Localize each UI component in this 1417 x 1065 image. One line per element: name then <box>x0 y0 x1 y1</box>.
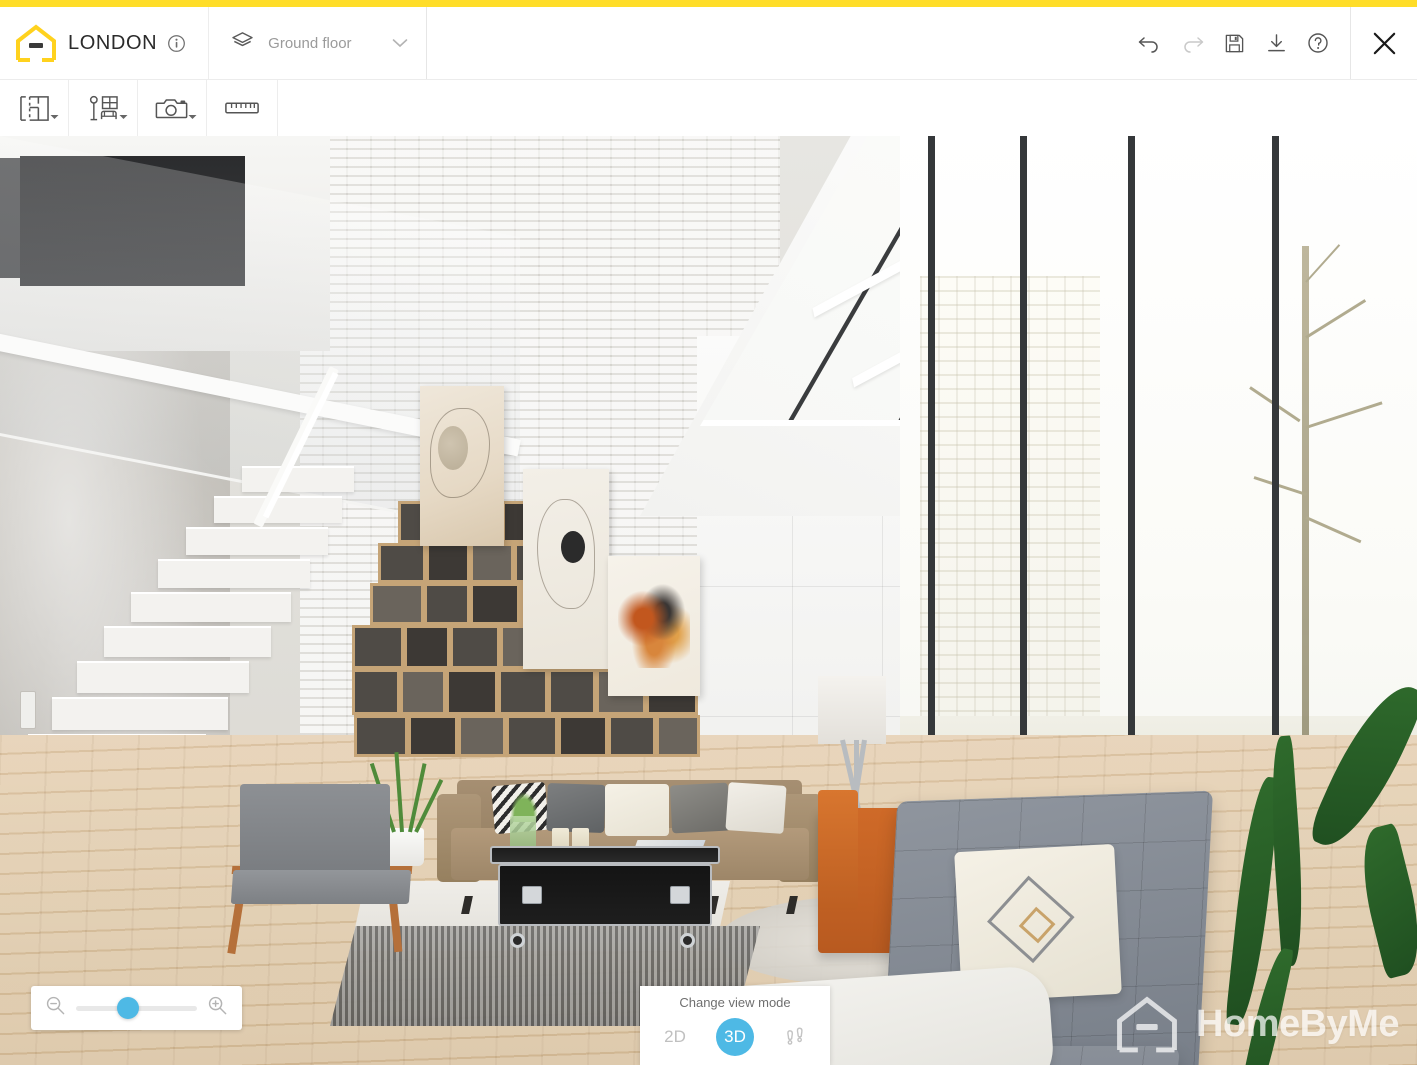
app-header: LONDON Ground floor <box>0 7 1417 79</box>
chevron-down-icon <box>50 107 59 125</box>
toolbar-empty-space <box>278 80 1417 136</box>
furniture-icon <box>89 95 118 120</box>
question-circle-icon <box>1308 33 1328 53</box>
redo-button[interactable] <box>1178 29 1206 57</box>
floor-selector[interactable]: Ground floor <box>209 7 425 79</box>
floor-plan-tool-button[interactable] <box>0 80 69 136</box>
save-button[interactable] <box>1220 29 1248 57</box>
main-toolbar <box>0 79 1417 136</box>
magnifier-plus-icon[interactable] <box>207 995 228 1021</box>
flight-case-coffee-table <box>490 788 720 948</box>
floor-selector-value: Ground floor <box>268 34 352 52</box>
magnifier-minus-icon[interactable] <box>45 995 66 1021</box>
zoom-slider-track[interactable] <box>76 997 197 1019</box>
cushion-dark <box>546 783 606 833</box>
view-mode-walkthrough[interactable] <box>776 1018 814 1056</box>
app-root: LONDON Ground floor Change view mode 2D … <box>0 0 1417 1065</box>
view-mode-panel: Change view mode 2D 3D <box>640 986 830 1065</box>
zoom-control-panel <box>31 986 242 1030</box>
layers-icon <box>231 31 254 55</box>
3d-viewport[interactable] <box>0 136 1417 1065</box>
chevron-down-icon <box>352 38 408 48</box>
artwork-abstract <box>523 469 609 669</box>
close-button[interactable] <box>1351 7 1417 79</box>
help-button[interactable] <box>1304 29 1332 57</box>
zoom-slider-thumb[interactable] <box>117 997 140 1019</box>
footprints-icon <box>787 1027 803 1045</box>
undo-arrow-icon <box>1138 37 1158 53</box>
large-potted-plant-right <box>1225 672 1417 1065</box>
header-action-group <box>1136 7 1350 79</box>
floor-plan-icon <box>19 95 49 121</box>
cushion-cream <box>605 784 669 836</box>
info-circle-icon[interactable] <box>167 34 186 53</box>
redo-arrow-icon <box>1184 37 1204 53</box>
chevron-down-icon <box>188 107 197 125</box>
table-vase <box>510 816 536 848</box>
artwork-figure <box>420 386 504 546</box>
download-button[interactable] <box>1262 29 1290 57</box>
page-title: LONDON <box>68 31 158 54</box>
download-arrow-icon <box>1267 33 1285 51</box>
top-accent-bar <box>0 0 1417 7</box>
measure-tool-button[interactable] <box>207 80 278 136</box>
undo-button[interactable] <box>1136 29 1164 57</box>
ruler-icon <box>225 102 259 114</box>
header-spacer <box>427 7 1136 79</box>
close-x-icon <box>1373 32 1395 54</box>
header-left-group: LONDON Ground floor <box>0 7 427 79</box>
view-mode-3d[interactable]: 3D <box>716 1018 754 1056</box>
chevron-down-icon <box>119 107 128 125</box>
view-mode-options: 2D 3D <box>656 1018 814 1056</box>
floor-lamp-shade <box>818 676 886 744</box>
artwork-orange <box>608 556 700 696</box>
rendered-scene <box>0 136 1417 1065</box>
floppy-disk-icon <box>1225 34 1243 52</box>
grey-armchair <box>227 784 417 955</box>
app-logo[interactable] <box>0 24 64 62</box>
furniture-tool-button[interactable] <box>69 80 138 136</box>
view-mode-title: Change view mode <box>679 995 791 1010</box>
house-logo-icon <box>16 24 56 62</box>
camera-tool-button[interactable] <box>138 80 207 136</box>
camera-icon <box>155 98 188 118</box>
view-mode-2d[interactable]: 2D <box>656 1018 694 1056</box>
